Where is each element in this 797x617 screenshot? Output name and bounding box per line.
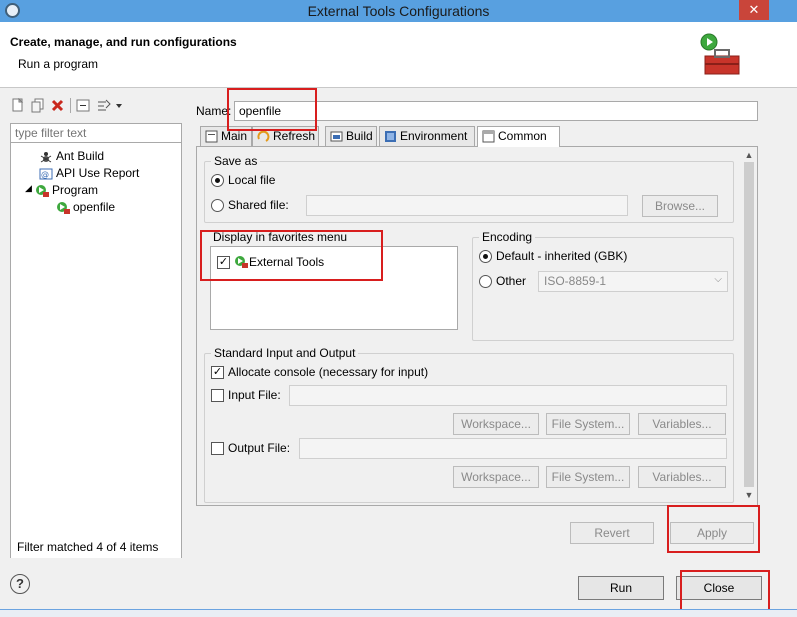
program-launch-icon [57, 202, 70, 214]
config-tabs: Main Refresh Build Environment Common [196, 126, 758, 147]
common-tab-icon [482, 130, 495, 143]
toolbar-divider [70, 98, 71, 113]
vertical-scrollbar[interactable]: ▲ ▼ [742, 148, 756, 504]
radio-unselected[interactable] [211, 199, 224, 212]
environment-tab-icon [385, 131, 396, 142]
filter-configs-icon[interactable] [96, 98, 111, 113]
checkbox-checked[interactable]: ✓ [211, 366, 224, 379]
tree-item-label: API Use Report [56, 166, 140, 180]
other-encoding-select[interactable]: ISO-8859-1 ⌵ [538, 271, 728, 292]
build-tab-icon [330, 131, 343, 142]
output-file-system-button[interactable]: File System... [546, 466, 630, 488]
tab-common[interactable]: Common [477, 126, 560, 147]
refresh-tab-icon [257, 130, 270, 142]
radio-unselected[interactable] [479, 275, 492, 288]
window-bottom-edge [0, 609, 797, 617]
tab-environment[interactable]: Environment [379, 126, 475, 146]
delete-config-icon[interactable] [50, 98, 65, 113]
encoding-group: Encoding Default - inherited (GBK) Other… [472, 230, 734, 341]
ant-icon [40, 152, 52, 163]
chevron-down-icon[interactable]: ⌵ [714, 274, 722, 285]
help-icon[interactable]: ? [10, 574, 30, 594]
api-report-icon: @ [39, 168, 53, 180]
output-file-field[interactable] [299, 438, 727, 459]
tab-main[interactable]: Main [200, 126, 252, 146]
scroll-up-icon[interactable]: ▲ [743, 149, 755, 161]
main-tab-icon [205, 130, 218, 143]
radio-selected[interactable] [211, 174, 224, 187]
radio-selected[interactable] [479, 250, 492, 263]
output-variables-button[interactable]: Variables... [638, 466, 726, 488]
duplicate-config-icon[interactable] [30, 98, 45, 113]
close-button[interactable]: Close [676, 576, 762, 600]
tree-item-label: Ant Build [56, 149, 105, 163]
common-tab-panel: ▲ ▼ Save as Local file Shared file: Brow… [196, 146, 758, 506]
standard-io-group: Standard Input and Output ✓ Allocate con… [204, 346, 734, 503]
tree-item-label: openfile [73, 200, 116, 214]
favorites-list: ✓ External Tools [210, 246, 458, 330]
tab-refresh[interactable]: Refresh [252, 126, 319, 146]
chevron-down-icon[interactable] [114, 98, 124, 113]
collapse-all-icon[interactable] [76, 98, 91, 113]
checkbox-unchecked[interactable] [211, 442, 224, 455]
tree-item-label: Program [52, 183, 99, 197]
external-tools-icon [235, 256, 248, 268]
config-toolbar [10, 96, 185, 116]
window-close-button[interactable]: ✕ [739, 0, 769, 20]
config-tree: Ant Build @ API Use Report ◢ Program ope… [10, 143, 182, 558]
header-subtitle: Run a program [18, 57, 99, 71]
favorites-group: Display in favorites menu ✓ External Too… [204, 230, 464, 331]
shared-file-input[interactable] [306, 195, 628, 216]
save-as-group: Save as Local file Shared file: Browse..… [204, 154, 734, 223]
input-workspace-button[interactable]: Workspace... [453, 413, 539, 435]
dialog-header: Create, manage, and run configurations R… [0, 22, 797, 88]
favorites-title: Display in favorites menu [210, 230, 351, 244]
header-title: Create, manage, and run configurations [10, 35, 237, 49]
name-label: Name: [196, 104, 232, 118]
name-input[interactable] [234, 101, 758, 121]
program-icon [36, 185, 49, 197]
output-workspace-button[interactable]: Workspace... [453, 466, 539, 488]
toolbox-icon [700, 33, 740, 75]
external-tools-dialog: External Tools Configurations ✕ Create, … [0, 0, 797, 617]
input-file-system-button[interactable]: File System... [546, 413, 630, 435]
filter-status: Filter matched 4 of 4 items [11, 536, 181, 558]
run-button[interactable]: Run [578, 576, 664, 600]
checkbox-unchecked[interactable] [211, 389, 224, 402]
new-config-icon[interactable] [10, 98, 25, 113]
scroll-down-icon[interactable]: ▼ [743, 489, 755, 501]
browse-button[interactable]: Browse... [642, 195, 718, 217]
apply-button[interactable]: Apply [670, 522, 754, 544]
save-as-title: Save as [211, 154, 261, 168]
standard-io-title: Standard Input and Output [211, 346, 359, 360]
favorite-checkbox[interactable]: ✓ [217, 256, 230, 269]
revert-button[interactable]: Revert [570, 522, 654, 544]
encoding-title: Encoding [479, 230, 536, 244]
expand-arrow-icon[interactable]: ◢ [25, 183, 32, 194]
input-file-field[interactable] [289, 385, 727, 406]
svg-text:@: @ [41, 170, 49, 179]
title-bar: External Tools Configurations ✕ [0, 0, 797, 22]
tab-build[interactable]: Build [325, 126, 377, 146]
window-title: External Tools Configurations [307, 3, 490, 19]
filter-input[interactable] [10, 123, 182, 143]
input-variables-button[interactable]: Variables... [638, 413, 726, 435]
scroll-thumb[interactable] [744, 162, 754, 487]
